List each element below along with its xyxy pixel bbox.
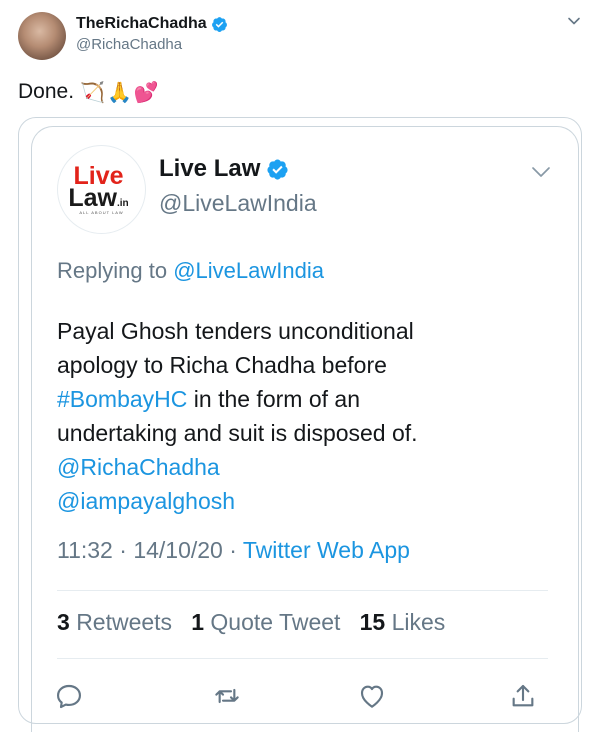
text-line: undertaking and suit is disposed of.	[57, 420, 418, 446]
text-line: Payal Ghosh tenders unconditional	[57, 318, 414, 344]
divider	[57, 590, 548, 591]
like-heart-icon[interactable]	[356, 680, 388, 712]
retweets-stat[interactable]: 3 Retweets	[57, 609, 172, 635]
separator-dot: ·	[222, 537, 243, 563]
logo-law-text: Law	[68, 183, 117, 212]
mention-link[interactable]: @RichaChadha	[57, 454, 220, 480]
quote-tweets-stat[interactable]: 1 Quote Tweet	[191, 609, 340, 635]
bow-and-arrow-emoji: 🏹	[80, 80, 105, 104]
chevron-down-icon[interactable]	[529, 160, 553, 184]
author-handle[interactable]: @RichaChadha	[76, 36, 182, 53]
tweet-timestamp: 11:32 · 14/10/20 · Twitter Web App	[57, 537, 410, 564]
hashtag-link[interactable]: #BombayHC	[57, 386, 187, 412]
author-name[interactable]: TheRichaChadha	[76, 15, 228, 33]
retweets-count: 3	[57, 609, 70, 635]
separator-dot: ·	[112, 537, 134, 563]
divider	[57, 658, 548, 659]
quotes-label: Quote Tweet	[210, 609, 341, 635]
author-display-name[interactable]: TheRichaChadha	[76, 15, 207, 33]
replying-to: Replying to @LiveLawIndia	[57, 258, 324, 284]
tweet-text-body: Done.	[18, 80, 75, 103]
quotes-count: 1	[191, 609, 205, 635]
replying-prefix: Replying to	[57, 258, 168, 283]
folded-hands-emoji: 🙏	[106, 80, 132, 104]
quoted-tweet-text: Payal Ghosh tenders unconditional apolog…	[57, 314, 527, 518]
logo-tagline: ALL ABOUT LAW	[79, 209, 124, 215]
likes-count: 15	[359, 609, 386, 635]
retweet-icon[interactable]	[211, 680, 243, 712]
two-hearts-emoji: 💕	[133, 80, 159, 104]
chevron-down-icon[interactable]	[566, 13, 582, 29]
text-line: @iampayalghosh	[57, 484, 527, 518]
tweet-time[interactable]: 11:32	[57, 537, 113, 563]
verified-badge-icon	[211, 16, 227, 32]
tweet-source-link[interactable]: Twitter Web App	[243, 537, 410, 563]
share-icon[interactable]	[507, 680, 539, 712]
verified-badge-icon	[267, 158, 288, 180]
retweets-label: Retweets	[76, 609, 173, 635]
mention-link[interactable]: @iampayalghosh	[57, 488, 235, 514]
text-line: apology to Richa Chadha before	[57, 352, 387, 378]
reply-icon[interactable]	[53, 680, 85, 712]
likes-stat[interactable]: 15 Likes	[360, 609, 446, 635]
quoted-author-name[interactable]: Live Law	[159, 155, 289, 183]
avatar[interactable]	[18, 12, 66, 60]
quoted-display-name[interactable]: Live Law	[159, 155, 260, 183]
text-line: @RichaChadha	[57, 450, 527, 484]
replying-to-link[interactable]: @LiveLawIndia	[173, 258, 324, 283]
engagement-stats: 3 Retweets 1 Quote Tweet 15 Likes	[57, 609, 445, 636]
tweet-text: Done. 🏹 🙏 💕	[18, 80, 159, 104]
tweet-date[interactable]: 14/10/20	[133, 537, 223, 563]
text-line-rest: in the form of an	[187, 386, 360, 412]
text-line: #BombayHC in the form of an	[57, 382, 527, 416]
livelaw-avatar[interactable]: Live Law .in ALL ABOUT LAW	[57, 145, 146, 234]
likes-label: Likes	[391, 609, 446, 635]
quoted-author-handle[interactable]: @LiveLawIndia	[159, 190, 317, 217]
logo-in-text: .in	[116, 197, 129, 209]
